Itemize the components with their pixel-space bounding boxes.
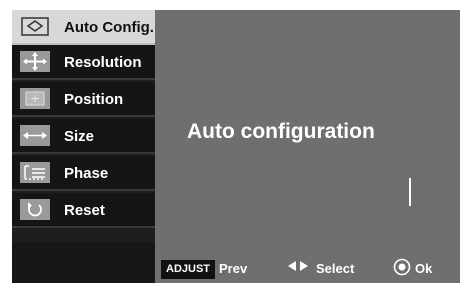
- menu-item-position[interactable]: Position: [12, 82, 155, 117]
- menu-item-resolution[interactable]: Resolution: [12, 45, 155, 80]
- sidebar-menu: Auto Config. Resolution Position Size Ph…: [12, 10, 155, 283]
- menu-label-phase: Phase: [64, 165, 109, 182]
- menu-label-position: Position: [64, 91, 124, 108]
- adjust-button-badge[interactable]: ADJUST: [161, 260, 216, 279]
- position-icon: [20, 88, 50, 109]
- progress-cursor: [409, 178, 411, 206]
- menu-label-size: Size: [64, 128, 95, 145]
- content-title: Auto configuration: [187, 120, 375, 143]
- menu-item-phase[interactable]: Phase: [12, 156, 155, 191]
- auto-config-icon: [21, 17, 49, 36]
- content-panel: Auto configuration ADJUST Prev Select Ok: [155, 10, 460, 283]
- move-arrows-icon: [20, 51, 50, 72]
- ok-label: Ok: [415, 261, 433, 276]
- phase-icon: [20, 162, 50, 183]
- menu-item-auto-config[interactable]: Auto Config.: [12, 10, 155, 45]
- select-label: Select: [316, 261, 355, 276]
- footer-bar: ADJUST Prev Select Ok: [155, 246, 460, 283]
- menu-item-size[interactable]: Size: [12, 119, 155, 154]
- sidebar-filler: [12, 242, 155, 283]
- ok-button-icon[interactable]: [393, 258, 411, 276]
- menu-label-reset: Reset: [64, 202, 105, 219]
- size-arrows-icon: [20, 125, 50, 146]
- menu-label-resolution: Resolution: [64, 54, 142, 71]
- left-right-arrows-icon: [288, 261, 308, 271]
- menu-item-reset[interactable]: Reset: [12, 193, 155, 228]
- prev-label: Prev: [219, 261, 248, 276]
- menu-label-auto-config: Auto Config.: [64, 19, 154, 36]
- reset-icon: [20, 199, 50, 220]
- osd-menu: Auto Config. Resolution Position Size Ph…: [12, 10, 460, 283]
